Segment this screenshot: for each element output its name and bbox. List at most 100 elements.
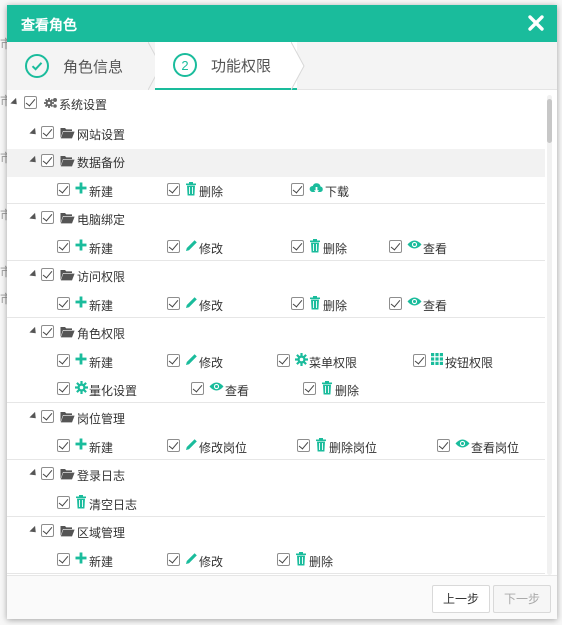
check-circle-icon <box>25 54 49 78</box>
view-role-dialog: 查看角色 角色信息 2 功能权限 系统设置 网站设置 数据备份 新建 删除 下载 电脑绑定新… <box>7 5 557 619</box>
checkbox[interactable] <box>291 240 304 253</box>
trash-icon <box>75 495 87 509</box>
tree-node-label: 新建 <box>89 555 114 569</box>
folder-open-icon <box>60 525 75 537</box>
eye-icon <box>209 381 224 392</box>
folder-open-icon <box>60 155 75 167</box>
row-divider <box>7 459 545 460</box>
step-bar: 角色信息 2 功能权限 <box>7 42 557 90</box>
checkbox[interactable] <box>297 439 310 452</box>
tree-node-label: 修改 <box>199 555 224 569</box>
checkbox[interactable] <box>57 496 70 509</box>
dialog-header: 查看角色 <box>7 5 557 42</box>
tree-node-label: 新建 <box>89 299 114 313</box>
plus-icon <box>75 239 87 251</box>
checkbox[interactable] <box>291 297 304 310</box>
checkbox[interactable] <box>167 354 180 367</box>
trash-icon <box>295 552 307 566</box>
dialog-footer: 上一步 下一步 <box>7 575 557 619</box>
row-divider <box>7 203 545 204</box>
gears-icon <box>44 97 58 109</box>
tree-node-label: 修改 <box>199 242 224 256</box>
checkbox[interactable] <box>167 553 180 566</box>
checkbox[interactable] <box>57 439 70 452</box>
next-step-button[interactable]: 下一步 <box>493 585 552 613</box>
checkbox[interactable] <box>437 439 450 452</box>
checkbox[interactable] <box>57 553 70 566</box>
folder-open-icon <box>60 326 75 338</box>
tree-node-label: 查看 <box>423 299 448 313</box>
pencil-icon <box>185 438 198 451</box>
checkbox[interactable] <box>167 297 180 310</box>
checkbox[interactable] <box>389 297 402 310</box>
tree-node-label: 按钮权限 <box>445 356 494 370</box>
row-divider <box>7 402 545 403</box>
eye-icon <box>407 296 422 307</box>
folder-open-icon <box>60 468 75 480</box>
checkbox[interactable] <box>191 382 204 395</box>
checkbox[interactable] <box>57 183 70 196</box>
tree-node-label: 电脑绑定 <box>77 213 126 227</box>
step-label: 角色信息 <box>63 58 124 76</box>
checkbox[interactable] <box>41 154 54 167</box>
checkbox[interactable] <box>41 126 54 139</box>
tree-node-label: 数据备份 <box>77 156 126 170</box>
checkbox[interactable] <box>291 183 304 196</box>
close-icon[interactable] <box>527 14 545 32</box>
pencil-icon <box>185 552 198 565</box>
checkbox[interactable] <box>41 268 54 281</box>
checkbox[interactable] <box>57 240 70 253</box>
checkbox[interactable] <box>41 211 54 224</box>
tree-node-label: 修改 <box>199 299 224 313</box>
checkbox[interactable] <box>167 439 180 452</box>
folder-open-icon <box>60 411 75 423</box>
plus-icon <box>75 353 87 365</box>
tree-node-label: 菜单权限 <box>309 356 358 370</box>
checkbox[interactable] <box>167 240 180 253</box>
trash-icon <box>185 182 197 196</box>
step-permissions[interactable]: 2 功能权限 <box>155 42 297 90</box>
checkbox[interactable] <box>57 297 70 310</box>
tree-node-label: 岗位管理 <box>77 412 126 426</box>
checkbox[interactable] <box>41 410 54 423</box>
tree-node-label: 下载 <box>325 185 350 199</box>
scrollbar[interactable] <box>547 95 552 575</box>
tree-node-label: 新建 <box>89 242 114 256</box>
checkbox[interactable] <box>57 382 70 395</box>
checkbox[interactable] <box>303 382 316 395</box>
checkbox[interactable] <box>41 524 54 537</box>
step-number: 2 <box>173 53 197 77</box>
plus-icon <box>75 438 87 450</box>
gear-icon <box>75 381 88 394</box>
scrollbar-thumb[interactable] <box>547 99 552 143</box>
permission-tree: 系统设置 网站设置 数据备份 新建 删除 下载 电脑绑定 新建 修改 删除 查看 访问权限 新建 修改 删除… <box>7 90 545 574</box>
tree-node-label: 访问权限 <box>77 270 126 284</box>
folder-open-icon <box>60 269 75 281</box>
row-divider <box>7 317 545 318</box>
checkbox[interactable] <box>24 96 37 109</box>
eye-icon <box>455 438 470 449</box>
checkbox[interactable] <box>41 325 54 338</box>
tree-node-label: 查看 <box>423 242 448 256</box>
trash-icon <box>309 296 321 310</box>
tree-node-label: 新建 <box>89 356 114 370</box>
pencil-icon <box>185 353 198 366</box>
step-role-info[interactable]: 角色信息 <box>7 42 155 90</box>
tree-node-label: 角色权限 <box>77 327 126 341</box>
cloud-download-icon <box>309 182 324 195</box>
checkbox[interactable] <box>41 467 54 480</box>
checkbox[interactable] <box>277 553 290 566</box>
pencil-icon <box>185 239 198 252</box>
step-label: 功能权限 <box>211 57 272 75</box>
tree-node-label: 查看岗位 <box>471 441 520 455</box>
plus-icon <box>75 296 87 308</box>
step-divider <box>291 42 305 90</box>
checkbox[interactable] <box>167 183 180 196</box>
tree-node-label: 区域管理 <box>77 526 126 540</box>
prev-step-button[interactable]: 上一步 <box>432 585 491 613</box>
checkbox[interactable] <box>277 354 290 367</box>
checkbox[interactable] <box>389 240 402 253</box>
tree-node-label: 清空日志 <box>89 498 138 512</box>
checkbox[interactable] <box>413 354 426 367</box>
checkbox[interactable] <box>57 354 70 367</box>
